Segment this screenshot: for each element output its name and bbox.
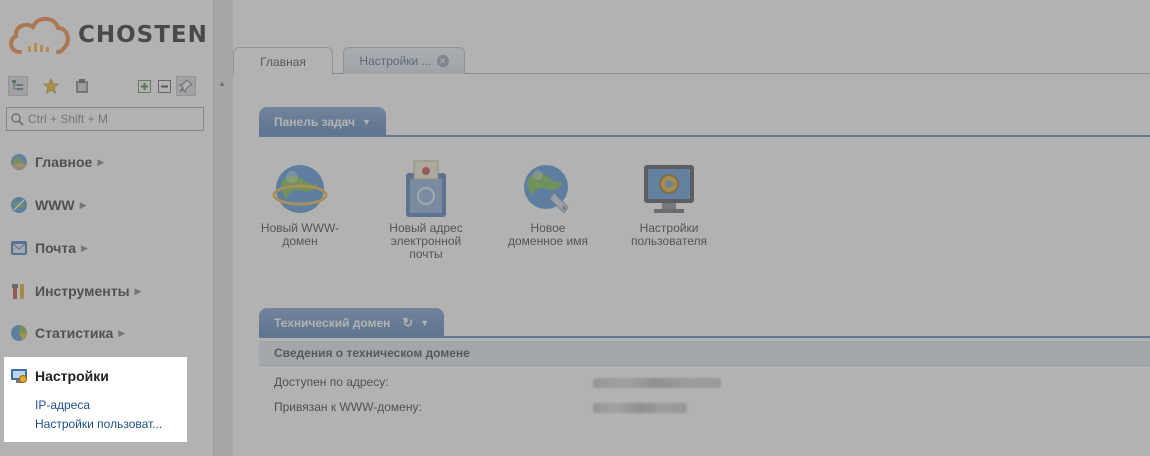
tab-bar: Главная Настройки ... ✕: [233, 40, 1150, 75]
sub-link-user-settings[interactable]: Настройки пользоват...: [35, 417, 162, 431]
search-input[interactable]: [28, 112, 198, 126]
sidebar-scrollbar[interactable]: ▲: [213, 0, 233, 456]
tab-settings[interactable]: Настройки ... ✕: [343, 47, 465, 74]
clipboard-icon[interactable]: [72, 76, 92, 96]
nav-label: Статистика: [35, 325, 114, 341]
panel-title: Технический домен: [274, 315, 391, 330]
info-row-address: Доступен по адресу:: [274, 375, 389, 389]
chevron-right-icon: ▶: [79, 199, 87, 210]
section-header: Сведения о техническом домене: [259, 341, 1150, 366]
refresh-icon[interactable]: ↻: [402, 315, 413, 331]
info-label: Привязан к WWW-домену:: [274, 400, 422, 414]
redacted-value: [593, 378, 721, 388]
www-icon: [10, 196, 28, 214]
settings-icon: [10, 367, 28, 385]
mailbox-icon: [394, 158, 458, 220]
panel-title: Панель задач: [274, 114, 355, 129]
collapse-all-icon[interactable]: [154, 76, 174, 96]
expand-all-icon[interactable]: [134, 76, 154, 96]
chart-icon: [10, 324, 28, 342]
task-label: Настройки пользователя: [631, 221, 707, 248]
scroll-up-icon[interactable]: ▲: [218, 79, 226, 88]
search-box[interactable]: [6, 107, 204, 131]
nav-item-stats[interactable]: Статистика ▶: [10, 322, 125, 344]
globe-icon: [268, 158, 332, 220]
cloud-logo-icon: [9, 16, 70, 54]
tab-label: Главная: [260, 54, 306, 69]
chevron-right-icon: ▶: [134, 285, 142, 296]
task-new-email-address[interactable]: Новый адрес электронной почты: [376, 158, 476, 261]
nav-item-www[interactable]: WWW ▶: [10, 194, 87, 216]
chevron-right-icon: ▶: [118, 327, 126, 338]
brand-name: CHOSTEN: [78, 22, 208, 48]
redacted-value: [593, 403, 687, 413]
close-icon[interactable]: ✕: [436, 55, 449, 67]
chevron-down-icon[interactable]: ▼: [362, 117, 371, 127]
nav-item-main[interactable]: Главное ▶: [10, 151, 104, 173]
tree-toolbar: [8, 76, 204, 98]
nav-item-tools[interactable]: Инструменты ▶: [10, 280, 141, 302]
divider: [259, 336, 1150, 338]
nav-item-mail[interactable]: Почта ▶: [10, 237, 88, 259]
tab-main[interactable]: Главная: [233, 47, 333, 75]
tab-label: Настройки ...: [359, 54, 432, 68]
task-label: Новое доменное имя: [508, 221, 588, 248]
info-row-www-domain: Привязан к WWW-домену:: [274, 400, 422, 414]
settings-section: Настройки IP-адреса Настройки пользоват.…: [4, 357, 187, 442]
nav-label: Главное: [35, 154, 93, 170]
task-new-domain-name[interactable]: Новое доменное имя: [498, 158, 598, 248]
star-icon[interactable]: [41, 76, 61, 96]
nav-label: Настройки: [35, 368, 109, 384]
nav-label: Почта: [35, 240, 77, 256]
chevron-down-icon[interactable]: ▼: [420, 318, 429, 328]
task-user-settings[interactable]: Настройки пользователя: [619, 158, 719, 248]
tree-view-icon[interactable]: [8, 76, 28, 96]
section-title: Сведения о техническом домене: [274, 346, 470, 360]
divider: [259, 135, 1150, 137]
sub-link-ip-addresses[interactable]: IP-адреса: [35, 398, 90, 412]
task-label: Новый адрес электронной почты: [389, 221, 463, 261]
search-icon: [11, 112, 24, 126]
globe-icon: [10, 153, 28, 171]
main-content: Главная Настройки ... ✕ Панель задач ▼ Н…: [233, 0, 1150, 456]
domain-tag-icon: [516, 158, 580, 220]
nav-item-settings[interactable]: Настройки: [10, 365, 109, 387]
taskbar-panel-header[interactable]: Панель задач ▼: [259, 107, 386, 136]
info-label: Доступен по адресу:: [274, 375, 389, 389]
task-new-www-domain[interactable]: Новый WWW- домен: [250, 158, 350, 248]
monitor-gear-icon: [637, 158, 701, 220]
task-label: Новый WWW- домен: [260, 221, 340, 248]
sidebar: CHOSTEN Главное ▶: [0, 0, 213, 456]
mail-icon: [10, 239, 28, 257]
logo[interactable]: CHOSTEN: [6, 12, 208, 58]
tech-domain-panel-header[interactable]: Технический домен ↻ ▼: [259, 308, 445, 337]
nav-label: Инструменты: [35, 283, 130, 299]
chevron-right-icon: ▶: [81, 242, 88, 253]
nav-label: WWW: [35, 197, 75, 213]
chevron-right-icon: ▶: [97, 156, 105, 167]
pin-icon[interactable]: [176, 76, 196, 96]
tools-icon: [10, 282, 28, 300]
